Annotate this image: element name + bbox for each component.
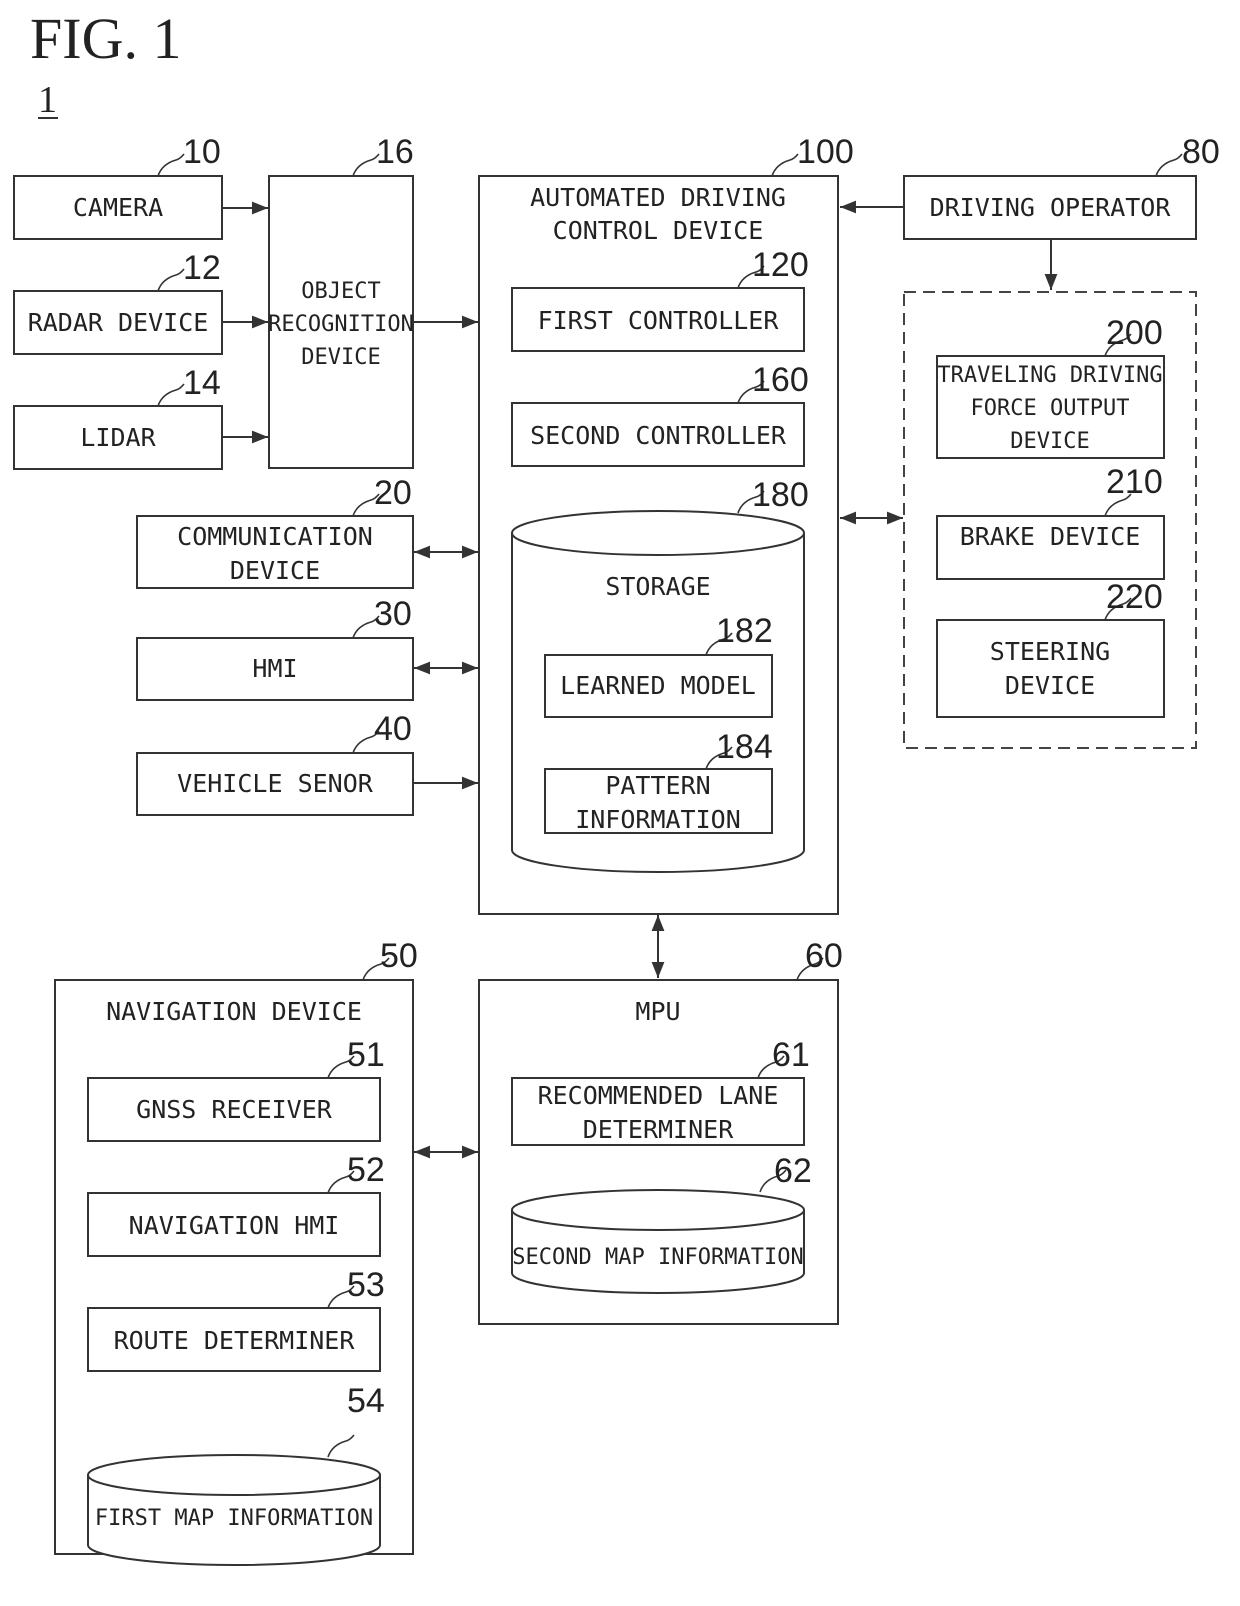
first-controller-label: FIRST CONTROLLER [538, 306, 780, 335]
block-lidar: LIDAR 14 [13, 364, 223, 470]
leader-line [157, 268, 185, 292]
automated-driving-label-line1: AUTOMATED DRIVING [530, 183, 786, 212]
system-reference: 1 [38, 79, 57, 121]
ref-number: 180 [752, 476, 809, 514]
ref-number: 60 [805, 937, 843, 975]
ref-number: 12 [183, 249, 221, 287]
leader-line [157, 153, 185, 177]
leader-line [771, 153, 799, 177]
block-object-recognition-device: OBJECT RECOGNITION DEVICE 16 [268, 133, 414, 469]
ref-number: 200 [1106, 314, 1163, 352]
ref-number: 20 [374, 474, 412, 512]
ref-number: 50 [380, 937, 418, 975]
ref-number: 80 [1182, 133, 1220, 171]
ref-number: 54 [347, 1382, 385, 1420]
ref-number: 120 [752, 246, 809, 284]
first-map-information-label: FIRST MAP INFORMATION [95, 1506, 373, 1531]
ref-number: 51 [347, 1036, 385, 1074]
block-steering-device: STEERING DEVICE 220 [936, 578, 1165, 718]
block-driving-operator: DRIVING OPERATOR 80 [903, 133, 1220, 240]
hmi-label: HMI [252, 654, 297, 683]
object-recognition-label-line2: RECOGNITION [268, 312, 414, 337]
communication-label-line1: COMMUNICATION [177, 522, 373, 551]
block-brake-device: BRAKE DEVICE 210 [936, 463, 1165, 580]
learned-model-label: LEARNED MODEL [560, 671, 756, 700]
ref-number: 184 [716, 728, 773, 766]
ref-number: 14 [183, 364, 221, 402]
block-automated-driving-control-device: AUTOMATED DRIVING CONTROL DEVICE 100 FIR… [478, 133, 854, 915]
block-mpu: MPU 60 RECOMMENDED LANE DETERMINER 61 SE… [478, 937, 843, 1325]
ref-number: 10 [183, 133, 221, 171]
second-map-information-label: SECOND MAP INFORMATION [512, 1245, 803, 1270]
system-block-diagram: FIG. 1 1 CAMERA 10 RADAR DEVICE 12 LIDAR… [13, 6, 1220, 1566]
block-vehicle-sensor: VEHICLE SENOR 40 [136, 710, 414, 816]
traveling-force-label-line1: TRAVELING DRIVING [937, 363, 1162, 388]
recommended-lane-label-line2: DETERMINER [583, 1115, 734, 1144]
ref-number: 62 [774, 1152, 812, 1190]
camera-label: CAMERA [73, 193, 163, 222]
pattern-information-label-line1: PATTERN [605, 771, 710, 800]
radar-device-label: RADAR DEVICE [28, 308, 209, 337]
brake-device-label: BRAKE DEVICE [960, 522, 1141, 551]
navigation-hmi-label: NAVIGATION HMI [129, 1211, 340, 1240]
ref-number: 40 [374, 710, 412, 748]
storage-label: STORAGE [605, 572, 710, 601]
gnss-receiver-label: GNSS RECEIVER [136, 1095, 333, 1124]
vehicle-sensor-label: VEHICLE SENOR [177, 769, 374, 798]
route-determiner-label: ROUTE DETERMINER [114, 1326, 356, 1355]
traveling-force-label-line3: DEVICE [1010, 429, 1089, 454]
pattern-information-label-line2: INFORMATION [575, 805, 741, 834]
storage-cylinder: STORAGE 180 LEARNED MODEL 182 PATTERN IN… [511, 476, 809, 873]
leader-line [1155, 153, 1183, 177]
object-recognition-label-line3: DEVICE [301, 345, 380, 370]
ref-number: 52 [347, 1151, 385, 1189]
navigation-device-label: NAVIGATION DEVICE [106, 997, 362, 1026]
lidar-label: LIDAR [80, 423, 156, 452]
communication-label-line2: DEVICE [230, 556, 320, 585]
block-hmi: HMI 30 [136, 595, 414, 701]
ref-number: 30 [374, 595, 412, 633]
object-recognition-label-line1: OBJECT [301, 279, 380, 304]
mpu-label: MPU [635, 997, 680, 1026]
ref-number: 210 [1106, 463, 1163, 501]
actuator-group: TRAVELING DRIVING FORCE OUTPUT DEVICE 20… [903, 291, 1197, 749]
block-communication-device: COMMUNICATION DEVICE 20 [136, 474, 414, 589]
ref-number: 160 [752, 361, 809, 399]
ref-number: 220 [1106, 578, 1163, 616]
block-navigation-device: NAVIGATION DEVICE 50 GNSS RECEIVER 51 NA… [54, 937, 418, 1566]
recommended-lane-label-line1: RECOMMENDED LANE [538, 1081, 779, 1110]
ref-number: 182 [716, 612, 773, 650]
steering-device-label-line2: DEVICE [1005, 671, 1095, 700]
leader-line [157, 383, 185, 407]
block-camera: CAMERA 10 [13, 133, 223, 240]
block-radar-device: RADAR DEVICE 12 [13, 249, 223, 355]
ref-number: 16 [376, 133, 414, 171]
block-traveling-driving-force-output-device: TRAVELING DRIVING FORCE OUTPUT DEVICE 20… [936, 314, 1165, 459]
ref-number: 53 [347, 1266, 385, 1304]
second-controller-label: SECOND CONTROLLER [530, 421, 787, 450]
figure-title: FIG. 1 [30, 6, 181, 71]
steering-device-label-line1: STEERING [990, 637, 1110, 666]
ref-number: 100 [797, 133, 854, 171]
automated-driving-label-line2: CONTROL DEVICE [553, 216, 764, 245]
ref-number: 61 [772, 1036, 810, 1074]
driving-operator-label: DRIVING OPERATOR [930, 193, 1172, 222]
traveling-force-label-line2: FORCE OUTPUT [971, 396, 1130, 421]
